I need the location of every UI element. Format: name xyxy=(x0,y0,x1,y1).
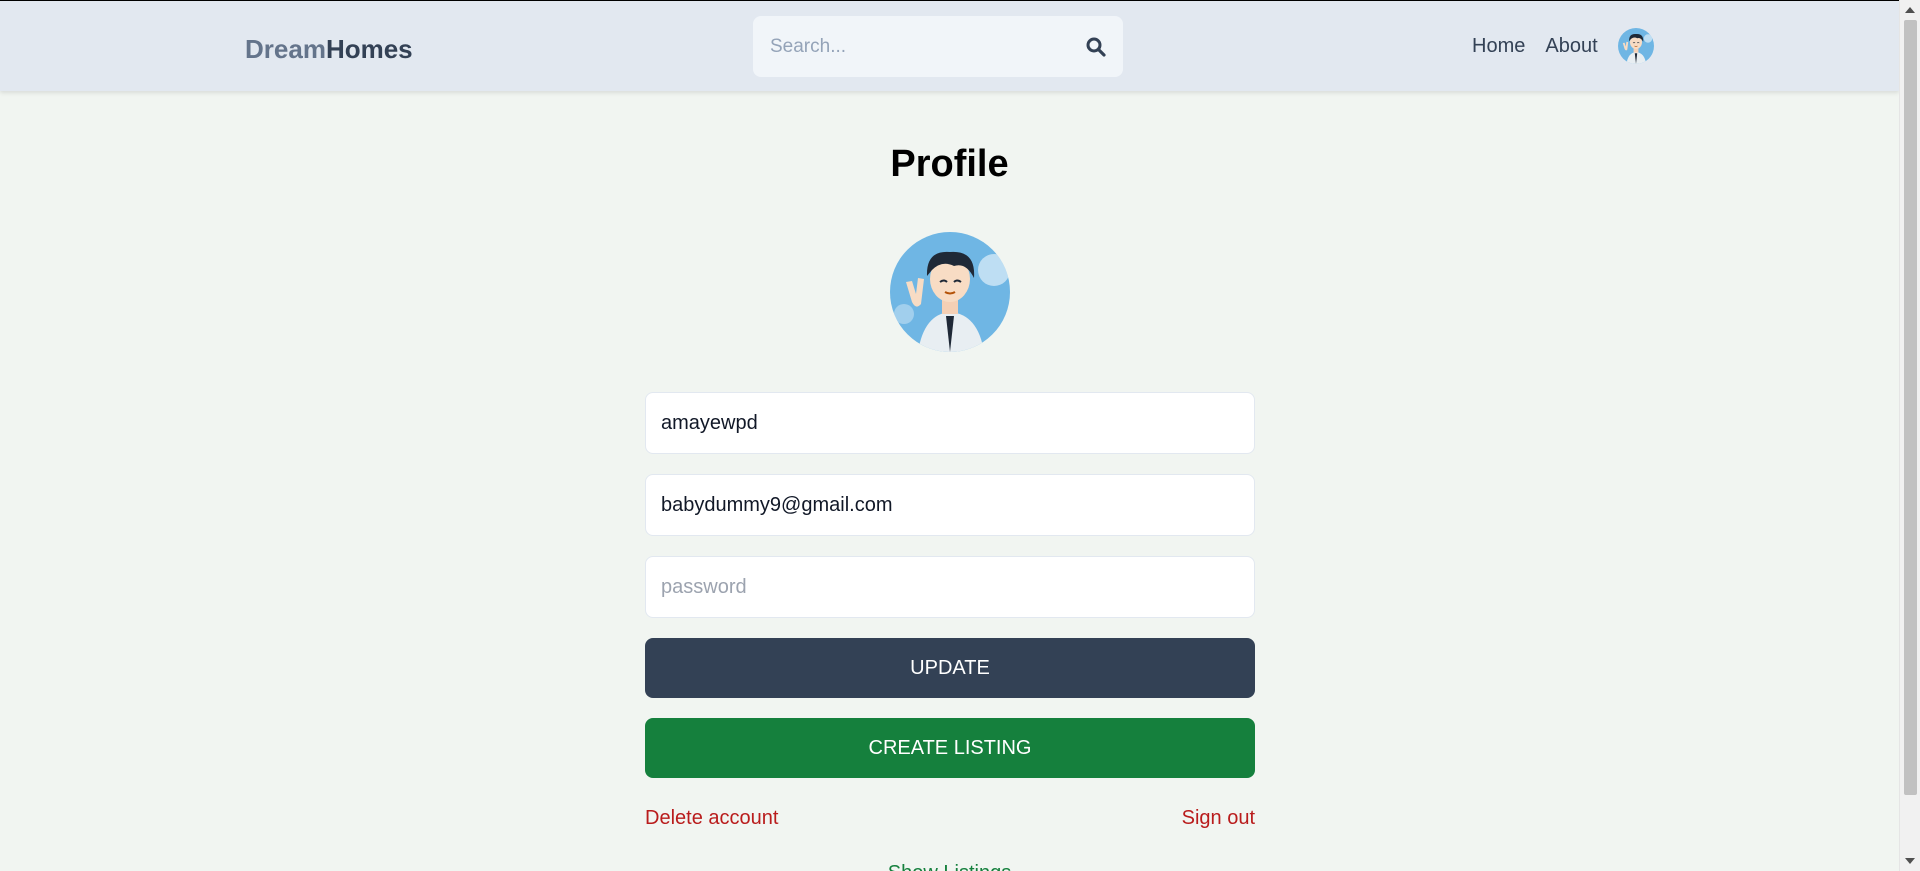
scroll-down-arrow-icon[interactable] xyxy=(1905,858,1915,864)
scroll-thumb[interactable] xyxy=(1904,20,1917,795)
header: DreamHomes Home About xyxy=(0,1,1899,91)
logo-part-homes: Homes xyxy=(325,34,413,64)
page-title: Profile xyxy=(890,143,1009,185)
search-bar xyxy=(753,16,1123,77)
search-icon[interactable] xyxy=(1084,35,1108,59)
nav-home-link[interactable]: Home xyxy=(1472,35,1525,58)
email-field[interactable] xyxy=(645,474,1255,536)
create-listing-button[interactable]: CREATE LISTING xyxy=(645,718,1255,778)
profile-avatar[interactable] xyxy=(890,232,1010,352)
username-field[interactable] xyxy=(645,392,1255,454)
account-actions: Delete account Sign out xyxy=(645,805,1255,831)
show-listings-link[interactable]: Show Listings xyxy=(0,860,1899,871)
scroll-up-arrow-icon[interactable] xyxy=(1905,7,1915,13)
nav-about-link[interactable]: About xyxy=(1545,35,1597,58)
avatar-icon[interactable] xyxy=(1617,28,1654,64)
top-nav: Home About xyxy=(1472,28,1654,64)
update-button[interactable]: UPDATE xyxy=(645,638,1255,698)
sign-out-link[interactable]: Sign out xyxy=(1182,805,1255,831)
password-field[interactable] xyxy=(645,556,1255,618)
logo-part-dream: Dream xyxy=(245,34,326,64)
delete-account-link[interactable]: Delete account xyxy=(645,805,778,831)
vertical-scrollbar[interactable] xyxy=(1899,0,1920,871)
search-input[interactable] xyxy=(768,34,1084,59)
page-viewport: DreamHomes Home About xyxy=(0,0,1899,871)
logo[interactable]: DreamHomes xyxy=(245,32,413,66)
